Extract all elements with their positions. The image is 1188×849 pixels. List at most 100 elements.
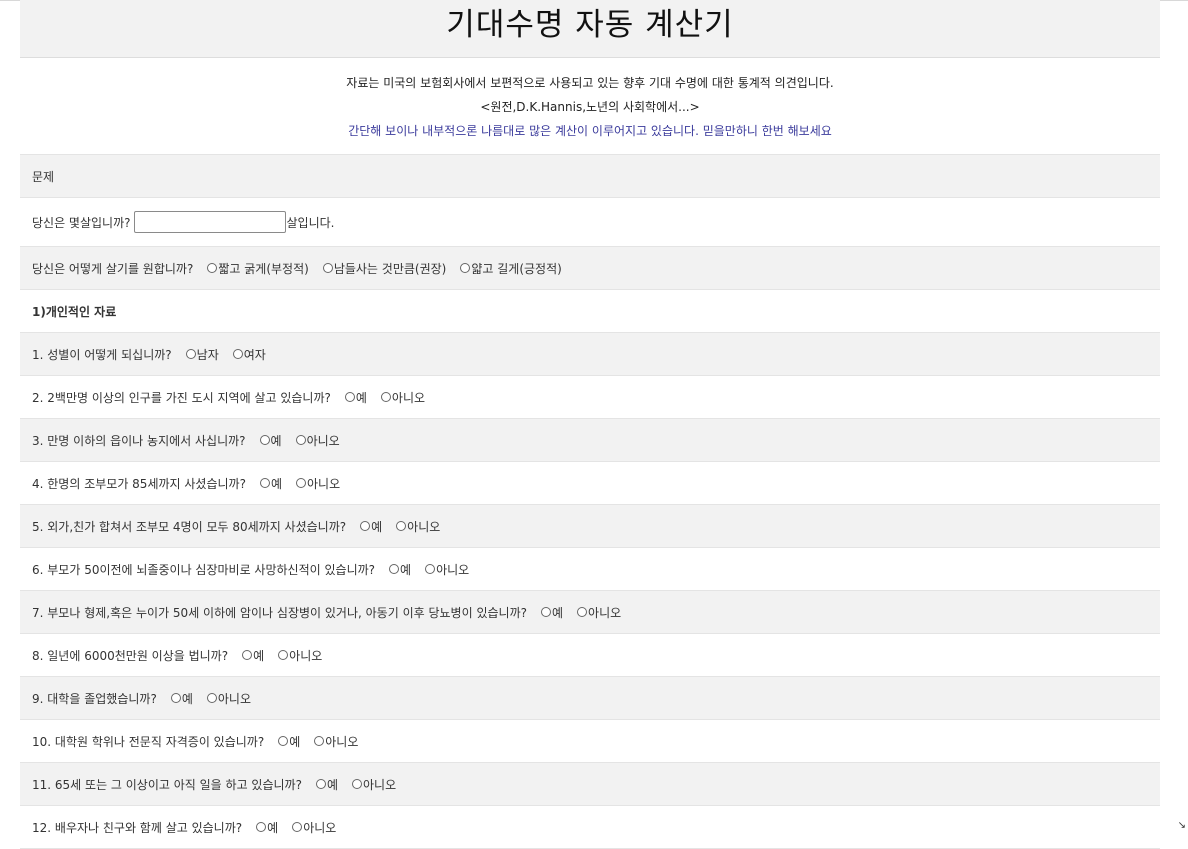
radio-icon[interactable] xyxy=(344,392,355,402)
question-row: 5. 외가,친가 합쳐서 조부모 4명이 모두 80세까지 사셨습니까? 예 아니오 xyxy=(20,505,1160,548)
radio-icon[interactable] xyxy=(396,521,407,531)
option-label: 예 xyxy=(253,648,265,663)
radio-icon[interactable] xyxy=(352,779,363,789)
option-label: 예 xyxy=(400,562,412,577)
answer-option-no[interactable]: 아니오 xyxy=(206,690,251,707)
option-label: 예 xyxy=(270,433,282,448)
personal-header: 1)개인적인 자료 xyxy=(32,304,117,319)
radio-icon[interactable] xyxy=(242,650,253,660)
option-label: 아니오 xyxy=(306,433,340,448)
radio-icon[interactable] xyxy=(256,822,267,832)
calculator-container: 기대수명 자동 계산기 자료는 미국의 보험회사에서 보편적으로 사용되고 있는… xyxy=(20,0,1160,849)
intro-line-1: 자료는 미국의 보험회사에서 보편적으로 사용되고 있는 향후 기대 수명에 대… xyxy=(346,76,834,90)
age-label: 당신은 몇살입니까? xyxy=(32,215,131,230)
question-row: 3. 만명 이하의 읍이나 농지에서 사십니까? 예 아니오 xyxy=(20,419,1160,462)
radio-icon[interactable] xyxy=(425,564,436,574)
radio-icon[interactable] xyxy=(207,263,218,273)
option-label: 짧고 굵게(부정적) xyxy=(218,261,309,276)
question-row: 1. 성별이 어떻게 되십니까? 남자 여자 xyxy=(20,333,1160,376)
answer-option-yes[interactable]: 예 xyxy=(315,776,339,793)
option-label: 아니오 xyxy=(363,777,397,792)
radio-icon[interactable] xyxy=(206,693,217,703)
answer-option-yes[interactable]: 예 xyxy=(259,475,282,492)
question-text: 11. 65세 또는 그 이상이고 아직 일을 하고 있습니까? xyxy=(32,777,302,792)
page-title: 기대수명 자동 계산기 xyxy=(446,7,734,43)
lifestyle-option-short[interactable]: 짧고 굵게(부정적) xyxy=(207,260,309,277)
option-label: 예 xyxy=(270,476,282,491)
answer-option-yes[interactable]: 예 xyxy=(170,690,193,707)
radio-icon[interactable] xyxy=(232,349,243,359)
question-text: 6. 부모가 50이전에 뇌졸중이나 심장마비로 사망하신적이 있습니까? xyxy=(32,562,376,577)
radio-icon[interactable] xyxy=(389,564,400,574)
question-row: 8. 일년에 6000천만원 이상을 법니까? 예 아니오 xyxy=(20,634,1160,677)
answer-option-no[interactable]: 아니오 xyxy=(352,776,396,793)
radio-icon[interactable] xyxy=(296,478,306,488)
option-label: 아니오 xyxy=(307,476,341,491)
question-text: 4. 한명의 조부모가 85세까지 사셨습니까? xyxy=(32,476,246,491)
radio-icon[interactable] xyxy=(460,263,471,273)
answer-option-no[interactable]: 아니오 xyxy=(425,561,469,578)
question-list: 1. 성별이 어떻게 되십니까? 남자 여자 2. 2백만명 이상의 인구를 가진 도… xyxy=(20,333,1160,849)
option-label: 아니오 xyxy=(325,734,359,749)
answer-option-no[interactable]: 아니오 xyxy=(295,432,340,449)
radio-icon[interactable] xyxy=(259,435,270,445)
radio-icon[interactable] xyxy=(315,779,326,789)
lifestyle-row: 당신은 어떻게 살기를 원합니까? 짧고 굵게(부정적) 남들사는 것만큼(권장… xyxy=(20,247,1160,290)
question-row: 10. 대학원 학위나 전문직 자격증이 있습니까? 예 아니오 xyxy=(20,720,1160,763)
answer-option-no[interactable]: 아니오 xyxy=(314,733,358,750)
answer-option-yes[interactable]: 예 xyxy=(360,518,382,535)
radio-icon[interactable] xyxy=(278,650,289,660)
answer-option-yes[interactable]: 예 xyxy=(278,733,300,750)
radio-icon[interactable] xyxy=(170,693,181,703)
age-row: 당신은 몇살입니까? 살입니다. xyxy=(20,198,1160,247)
answer-option-yes[interactable]: 예 xyxy=(242,647,264,664)
question-text: 9. 대학을 졸업했습니까? xyxy=(32,691,157,706)
answer-option-yes[interactable]: 예 xyxy=(259,432,282,449)
answer-option-no[interactable]: 여자 xyxy=(232,346,266,363)
radio-icon[interactable] xyxy=(295,435,306,445)
radio-icon[interactable] xyxy=(185,349,196,359)
question-row: 7. 부모나 형제,혹은 누이가 50세 이하에 암이나 심장병이 있거나, 아… xyxy=(20,591,1160,634)
mouse-cursor-icon: ↘ xyxy=(1177,820,1186,831)
radio-icon[interactable] xyxy=(577,607,588,617)
lifestyle-option-average[interactable]: 남들사는 것만큼(권장) xyxy=(322,260,447,277)
question-text: 5. 외가,친가 합쳐서 조부모 4명이 모두 80세까지 사셨습니까? xyxy=(32,519,347,534)
answer-option-yes[interactable]: 예 xyxy=(344,389,367,406)
question-row: 2. 2백만명 이상의 인구를 가진 도시 지역에 살고 있습니까? 예 아니오 xyxy=(20,376,1160,419)
radio-icon[interactable] xyxy=(314,736,325,746)
answer-option-no[interactable]: 아니오 xyxy=(380,389,426,406)
answer-option-no[interactable]: 아니오 xyxy=(296,475,340,492)
radio-icon[interactable] xyxy=(360,521,371,531)
option-label: 아니오 xyxy=(289,648,323,663)
answer-option-no[interactable]: 아니오 xyxy=(278,647,322,664)
answer-option-yes[interactable]: 예 xyxy=(540,604,563,621)
answer-option-no[interactable]: 아니오 xyxy=(577,604,621,621)
radio-icon[interactable] xyxy=(278,736,289,746)
section-header-row: 문제 xyxy=(20,155,1160,198)
lifestyle-option-long[interactable]: 얇고 길게(긍정적) xyxy=(460,260,562,277)
age-input[interactable] xyxy=(133,211,286,233)
question-row: 12. 배우자나 친구와 함께 살고 있습니까? 예 아니오 xyxy=(20,806,1160,849)
intro-section: 자료는 미국의 보험회사에서 보편적으로 사용되고 있는 향후 기대 수명에 대… xyxy=(20,58,1160,155)
answer-option-yes[interactable]: 예 xyxy=(389,561,411,578)
intro-line-2: <원전,D.K.Hannis,노년의 사회학에서...> xyxy=(480,100,700,114)
answer-option-yes[interactable]: 남자 xyxy=(185,346,219,363)
radio-icon[interactable] xyxy=(540,607,551,617)
option-label: 여자 xyxy=(243,347,266,362)
option-label: 남자 xyxy=(196,347,219,362)
option-label: 아니오 xyxy=(391,390,426,405)
option-label: 예 xyxy=(371,519,383,534)
radio-icon[interactable] xyxy=(259,478,270,488)
title-bar: 기대수명 자동 계산기 xyxy=(20,0,1160,58)
lifestyle-label: 당신은 어떻게 살기를 원합니까? xyxy=(32,261,194,276)
radio-icon[interactable] xyxy=(292,822,303,832)
answer-option-no[interactable]: 아니오 xyxy=(396,518,440,535)
question-text: 1. 성별이 어떻게 되십니까? xyxy=(32,347,172,362)
question-text: 2. 2백만명 이상의 인구를 가진 도시 지역에 살고 있습니까? xyxy=(32,390,331,405)
option-label: 예 xyxy=(181,691,193,706)
radio-icon[interactable] xyxy=(380,392,391,402)
question-text: 10. 대학원 학위나 전문직 자격증이 있습니까? xyxy=(32,734,265,749)
option-label: 남들사는 것만큼(권장) xyxy=(333,261,447,276)
radio-icon[interactable] xyxy=(322,263,333,273)
option-label: 예 xyxy=(326,777,339,792)
